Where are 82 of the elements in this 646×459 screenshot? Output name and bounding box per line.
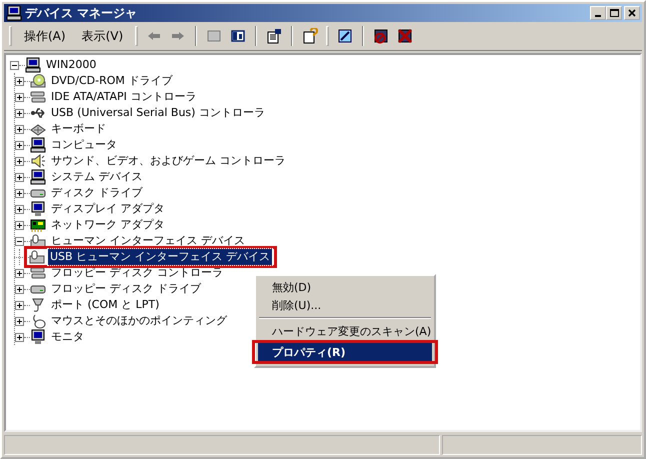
tree-item[interactable]: ポート (COM と LPT): [49, 297, 162, 313]
context-menu-item[interactable]: ハードウェア変更のスキャン(A): [258, 322, 432, 340]
mouse-icon: [30, 313, 46, 329]
expand-button[interactable]: [15, 108, 24, 118]
plus-icon: [17, 78, 22, 84]
tree-item[interactable]: サウンド、ビデオ、およびゲーム コントローラ: [49, 153, 288, 169]
plus-icon: [17, 158, 22, 164]
help-icon: [302, 28, 318, 44]
tree-item[interactable]: ディスプレイ アダプタ: [49, 201, 166, 217]
tree-item[interactable]: モニタ: [49, 329, 86, 345]
tree-item[interactable]: DVD/CD-ROM ドライブ: [49, 73, 174, 89]
expand-button[interactable]: [15, 188, 24, 198]
tree-item[interactable]: フロッピー ディスク コントローラ: [49, 265, 225, 281]
controller-icon: [30, 89, 46, 105]
plus-icon: [17, 190, 22, 196]
tree-item[interactable]: USB (Universal Serial Bus) コントローラ: [49, 105, 267, 121]
maximize-icon: [610, 9, 618, 17]
expand-button[interactable]: [15, 140, 24, 150]
expand-button[interactable]: [15, 76, 24, 86]
menu-item[interactable]: 表示(V): [74, 26, 130, 46]
expand-button[interactable]: [15, 220, 24, 230]
tree-item[interactable]: フロッピー ディスク ドライブ: [49, 281, 203, 297]
panel-icon: [230, 28, 246, 44]
expand-button[interactable]: [15, 284, 24, 294]
uninstall-icon: [397, 28, 414, 44]
tree-item[interactable]: USB ヒューマン インターフェイス デバイス: [48, 249, 272, 265]
plus-icon: [17, 222, 22, 228]
collapse-button[interactable]: [15, 236, 24, 246]
network-card-icon: [30, 217, 46, 233]
plus-icon: [17, 94, 22, 100]
minimize-button[interactable]: [590, 6, 606, 20]
expand-button[interactable]: [15, 332, 24, 342]
expand-button[interactable]: [15, 316, 24, 326]
close-icon: [628, 9, 636, 17]
computer-icon: [25, 57, 41, 73]
plus-icon: [17, 334, 22, 340]
computer-icon: [30, 169, 46, 185]
expand-button[interactable]: [15, 92, 24, 102]
plus-icon: [17, 174, 22, 180]
tree-item[interactable]: ヒューマン インターフェイス デバイス: [49, 233, 247, 249]
tree-item[interactable]: WIN2000: [44, 57, 98, 73]
plus-icon: [17, 206, 22, 212]
speaker-icon: [30, 153, 46, 169]
expand-button[interactable]: [15, 204, 24, 214]
menu-item[interactable]: 操作(A): [17, 26, 73, 46]
expand-button[interactable]: [15, 268, 24, 278]
context-menu-item[interactable]: プロパティ(R): [258, 343, 432, 361]
disc-drive-icon: [30, 73, 46, 89]
disable-device-icon: [373, 28, 390, 44]
plus-icon: [17, 110, 22, 116]
minus-icon: [12, 62, 17, 68]
plus-icon: [17, 286, 22, 292]
plus-icon: [17, 318, 22, 324]
folder-icon: [206, 28, 222, 44]
controller-icon: [30, 265, 46, 281]
window-title: デバイス マネージャ: [25, 4, 138, 22]
context-menu-item[interactable]: 削除(U)...: [258, 296, 432, 314]
plus-icon: [17, 302, 22, 308]
expand-button[interactable]: [15, 156, 24, 166]
expand-button[interactable]: [15, 124, 24, 134]
tree-item[interactable]: ネットワーク アダプタ: [49, 217, 166, 233]
computer-icon: [30, 137, 46, 153]
expand-button[interactable]: [15, 300, 24, 310]
plus-icon: [17, 270, 22, 276]
properties-icon: [266, 28, 282, 44]
mouse-icon: [30, 233, 46, 249]
context-menu-item[interactable]: 無効(D): [258, 278, 432, 296]
close-button[interactable]: [624, 6, 640, 20]
tree-item[interactable]: IDE ATA/ATAPI コントローラ: [49, 89, 198, 105]
minus-icon: [17, 238, 22, 244]
maximize-button[interactable]: [606, 6, 622, 20]
tree-item[interactable]: ディスク ドライブ: [49, 185, 144, 201]
collapse-button[interactable]: [10, 60, 19, 70]
app-icon: [6, 5, 22, 21]
tree-item[interactable]: マウスとそのほかのポインティング: [49, 313, 229, 329]
plus-icon: [17, 126, 22, 132]
plus-icon: [17, 142, 22, 148]
tree-item[interactable]: キーボード: [49, 121, 108, 137]
mouse-icon: [29, 249, 45, 265]
tree-item[interactable]: システム デバイス: [49, 169, 144, 185]
expand-button[interactable]: [15, 172, 24, 182]
tree-item[interactable]: コンピュータ: [49, 137, 119, 153]
